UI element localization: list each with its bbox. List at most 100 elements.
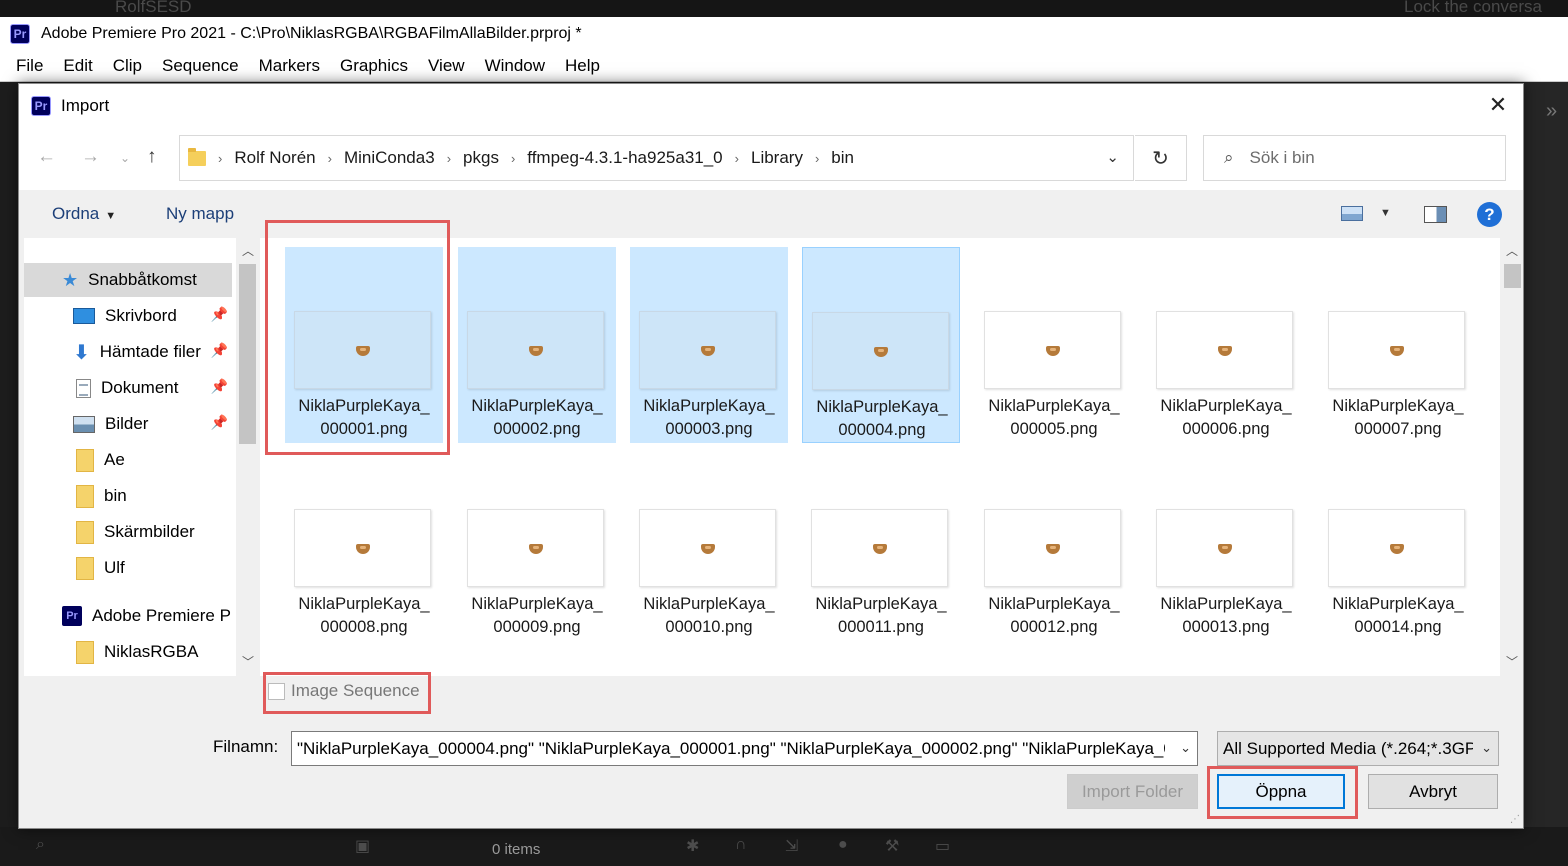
file-item[interactable]: NiklaPurpleKaya_ 000010.png [630,445,788,641]
chevron-right-icon[interactable]: › [511,151,515,166]
sidebar-item-ae[interactable]: Ae [24,443,232,477]
file-name-line: 000005.png [1010,420,1098,438]
tool-icon[interactable]: ⇲ [785,836,798,856]
tool-icon[interactable]: ✱ [686,836,699,856]
breadcrumb-pkgs[interactable]: pkgs [463,148,499,168]
sidebar-item-desktop[interactable]: Skrivbord 📌 [24,299,232,333]
back-arrow-icon[interactable]: ← [37,146,56,168]
help-icon[interactable]: ? [1477,202,1502,227]
cancel-button[interactable]: Avbryt [1368,774,1498,809]
breadcrumb-miniconda3[interactable]: MiniConda3 [344,148,435,168]
chevron-right-icon[interactable]: › [447,151,451,166]
address-bar[interactable]: › Rolf Norén › MiniConda3 › pkgs › ffmpe… [179,135,1134,181]
chevron-right-icon[interactable]: › [218,151,222,166]
up-arrow-icon[interactable]: ↑ [147,146,157,168]
file-name: NiklaPurpleKaya_ 000007.png [1319,395,1477,441]
sidebar-scrollbar[interactable]: ︿ ﹀ [236,238,259,676]
sidebar-item-screenshots[interactable]: Skärmbilder [24,515,232,549]
menu-view[interactable]: View [418,56,475,76]
menu-sequence[interactable]: Sequence [152,56,249,76]
image-sequence-checkbox[interactable] [268,682,285,700]
sidebar-item-niklasrgba[interactable]: NiklasRGBA [24,635,232,669]
chevron-up-icon[interactable]: ︿ [1506,242,1518,259]
file-item[interactable]: NiklaPurpleKaya_ 000008.png [285,445,443,641]
download-icon: ⬇ [73,341,90,364]
menu-clip[interactable]: Clip [103,56,152,76]
chevron-right-icon[interactable]: › [328,151,332,166]
file-item[interactable]: NiklaPurpleKaya_ 000003.png [630,247,788,443]
filename-field[interactable]: "NiklaPurpleKaya_000004.png" "NiklaPurpl… [291,731,1198,766]
breadcrumb-bin[interactable]: bin [831,148,854,168]
menu-markers[interactable]: Markers [249,56,330,76]
file-grid-scrollbar[interactable]: ︿ ﹀ [1501,238,1523,676]
recent-dropdown-icon[interactable]: ⌄ [120,151,130,165]
sidebar-item-pictures[interactable]: Bilder 📌 [24,407,232,441]
chevron-down-icon[interactable]: ⌄ [1180,740,1191,756]
chevron-down-icon[interactable]: ﹀ [1506,653,1518,670]
chevron-up-icon[interactable]: ︿ [242,242,254,259]
menu-help[interactable]: Help [555,56,610,76]
file-item[interactable]: NiklaPurpleKaya_ 000002.png [458,247,616,443]
breadcrumb-rolf-noren[interactable]: Rolf Norén [234,148,315,168]
file-item[interactable]: NiklaPurpleKaya_ 000014.png [1319,445,1477,641]
chevron-right-icon[interactable]: › [815,151,819,166]
resize-grip-icon[interactable]: ⋰ [1510,814,1520,825]
search-input[interactable] [1249,148,1480,168]
close-icon[interactable]: ✕ [1485,92,1511,118]
panel-overflow-icon[interactable]: » [1546,100,1557,123]
file-item[interactable]: NiklaPurpleKaya_ 000005.png [975,247,1133,443]
chevron-down-icon[interactable]: ⌄ [1106,148,1119,166]
wrench-icon[interactable]: ⚒ [885,836,899,856]
file-item[interactable]: NiklaPurpleKaya_ 000009.png [458,445,616,641]
scrollbar-thumb[interactable] [1504,264,1521,288]
file-type-select[interactable]: All Supported Media (*.264;*.3GP ⌄ [1217,731,1499,766]
chevron-right-icon[interactable]: › [735,151,739,166]
view-options-icon[interactable] [1341,206,1363,221]
file-item[interactable]: NiklaPurpleKaya_ 000007.png [1319,247,1477,443]
sidebar-item-quick-access[interactable]: ★ Snabbåtkomst [24,263,232,297]
tool-icon[interactable]: ∩ [735,836,747,854]
organize-button[interactable]: Ordna ▼ [52,204,116,224]
preview-pane-icon[interactable] [1424,206,1447,223]
marker-icon[interactable]: ● [838,836,848,854]
image-sequence-option[interactable]: Image Sequence [268,681,420,701]
bin-icon[interactable]: ▣ [355,836,370,856]
sidebar-item-ulf[interactable]: Ulf [24,551,232,585]
menu-window[interactable]: Window [475,56,555,76]
file-item[interactable]: NiklaPurpleKaya_ 000004.png [802,247,960,443]
chevron-down-icon[interactable]: ﹀ [242,653,254,670]
import-folder-button[interactable]: Import Folder [1067,774,1198,809]
sidebar-item-adobe-premiere[interactable]: Pr Adobe Premiere P [24,599,232,633]
pin-icon[interactable]: 📌 [211,414,228,431]
breadcrumb-library[interactable]: Library [751,148,803,168]
menu-file[interactable]: File [6,56,53,76]
open-button[interactable]: Öppna [1217,774,1345,809]
pin-icon[interactable]: 📌 [211,306,228,323]
caret-down-icon[interactable]: ▼ [1380,207,1391,219]
refresh-icon[interactable]: ↻ [1135,135,1187,181]
import-dialog: Pr Import ✕ ← → ⌄ ↑ › Rolf Norén › MiniC… [18,83,1524,829]
dialog-titlebar: Pr Import ✕ [19,84,1523,128]
forward-arrow-icon[interactable]: → [81,146,100,168]
search-icon[interactable]: ⌕ [36,836,45,854]
sidebar-item-documents[interactable]: Dokument 📌 [24,371,232,405]
chevron-down-icon[interactable]: ⌄ [1481,740,1492,756]
sidebar-item-bin[interactable]: bin [24,479,232,513]
search-box[interactable]: ⌕ [1203,135,1506,181]
image-content-icon [356,544,370,554]
file-item[interactable]: NiklaPurpleKaya_ 000011.png [802,445,960,641]
file-item[interactable]: NiklaPurpleKaya_ 000001.png [285,247,443,443]
menu-edit[interactable]: Edit [53,56,102,76]
new-folder-button[interactable]: Ny mapp [166,204,234,224]
pin-icon[interactable]: 📌 [211,342,228,359]
file-item[interactable]: NiklaPurpleKaya_ 000013.png [1147,445,1305,641]
captions-icon[interactable]: ▭ [935,836,950,856]
sidebar-item-downloads[interactable]: ⬇ Hämtade filer 📌 [24,335,232,369]
dialog-title: Import [61,96,110,115]
pin-icon[interactable]: 📌 [211,378,228,395]
file-item[interactable]: NiklaPurpleKaya_ 000006.png [1147,247,1305,443]
menu-graphics[interactable]: Graphics [330,56,418,76]
file-item[interactable]: NiklaPurpleKaya_ 000012.png [975,445,1133,641]
scrollbar-thumb[interactable] [239,264,256,444]
breadcrumb-ffmpeg[interactable]: ffmpeg-4.3.1-ha925a31_0 [527,148,722,168]
